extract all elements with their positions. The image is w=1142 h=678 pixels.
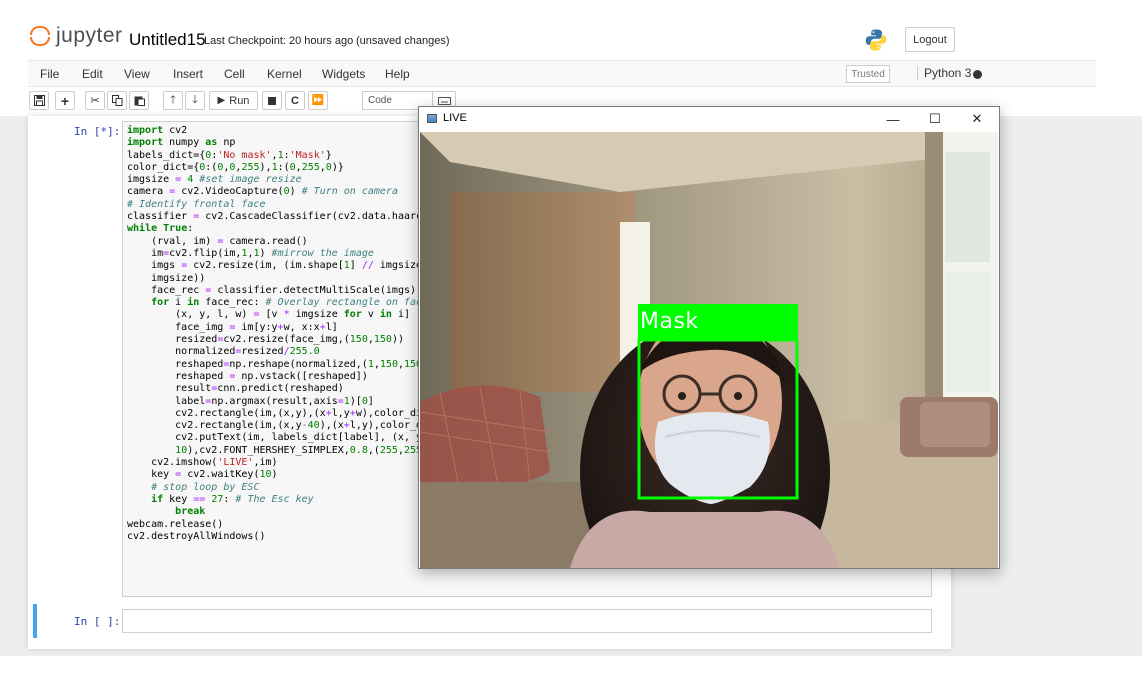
menu-view[interactable]: View — [124, 67, 150, 81]
move-up-button[interactable]: 🡑 — [163, 91, 183, 110]
maximize-icon[interactable]: ☐ — [915, 109, 955, 129]
arrow-up-icon: 🡑 — [170, 94, 176, 106]
menu-kernel[interactable]: Kernel — [267, 67, 302, 81]
logout-button[interactable]: Logout — [905, 27, 955, 52]
move-down-button[interactable]: 🡓 — [185, 91, 205, 110]
restart-run-all-button[interactable]: ⏩ — [308, 91, 328, 110]
selected-cell-indicator — [33, 604, 37, 638]
copy-button[interactable] — [107, 91, 127, 110]
close-icon[interactable]: ✕ — [957, 109, 997, 129]
plus-icon: + — [60, 92, 70, 109]
stop-icon — [268, 96, 276, 105]
play-icon: ▶ — [217, 95, 226, 106]
trusted-indicator[interactable]: Trusted — [846, 65, 890, 83]
cell-2-prompt: In [ ]: — [74, 615, 121, 628]
live-camera-window[interactable]: LIVE — ☐ ✕ Mask — [418, 106, 1000, 569]
save-icon — [33, 95, 45, 106]
menu-cell[interactable]: Cell — [224, 67, 245, 81]
arrow-down-icon: 🡓 — [192, 94, 198, 106]
jupyter-logo-icon — [30, 26, 50, 46]
scissors-icon: ✂ — [90, 95, 100, 107]
cell-1-prompt: In [*]: — [74, 125, 121, 138]
notebook-header: jupyter Untitled15 Last Checkpoint: 20 h… — [0, 0, 1142, 60]
restart-button[interactable]: C — [285, 91, 305, 110]
code-cell-2-editor[interactable] — [122, 609, 932, 633]
camera-feed: Mask — [420, 132, 998, 568]
camera-frame-image — [420, 132, 998, 568]
cut-button[interactable]: ✂ — [85, 91, 105, 110]
menu-insert[interactable]: Insert — [173, 67, 203, 81]
kernel-busy-indicator-icon — [973, 70, 982, 79]
run-button[interactable]: ▶ Run — [209, 91, 258, 110]
fast-forward-icon: ⏩ — [311, 95, 325, 106]
python-logo-icon — [865, 29, 887, 51]
cell-type-value: Code — [368, 95, 392, 106]
detection-label: Mask — [640, 309, 699, 334]
checkpoint-status: Last Checkpoint: 20 hours ago — [204, 35, 354, 47]
autosave-status: (unsaved changes) — [356, 35, 450, 47]
jupyter-logo[interactable]: jupyter — [30, 24, 123, 48]
menubar: File Edit View Insert Cell Kernel Widget… — [28, 60, 1096, 87]
window-app-icon — [427, 114, 437, 123]
interrupt-button[interactable] — [262, 91, 282, 110]
menu-widgets[interactable]: Widgets — [322, 67, 365, 81]
paste-icon — [134, 96, 145, 106]
live-window-titlebar[interactable]: LIVE — ☐ ✕ — [419, 107, 999, 131]
menu-edit[interactable]: Edit — [82, 67, 103, 81]
run-label: Run — [229, 94, 250, 107]
paste-button[interactable] — [129, 91, 149, 110]
menu-help[interactable]: Help — [385, 67, 410, 81]
kernel-name: Python 3 — [917, 66, 971, 80]
logo-text: jupyter — [56, 24, 123, 47]
keyboard-icon — [437, 96, 451, 105]
save-button[interactable] — [29, 91, 49, 110]
insert-cell-button[interactable]: + — [55, 91, 75, 110]
restart-icon: C — [291, 94, 299, 107]
live-window-title: LIVE — [443, 112, 467, 124]
notebook-title[interactable]: Untitled15 — [129, 30, 206, 50]
copy-icon — [111, 95, 122, 106]
minimize-icon[interactable]: — — [873, 109, 913, 129]
menu-file[interactable]: File — [40, 67, 59, 81]
